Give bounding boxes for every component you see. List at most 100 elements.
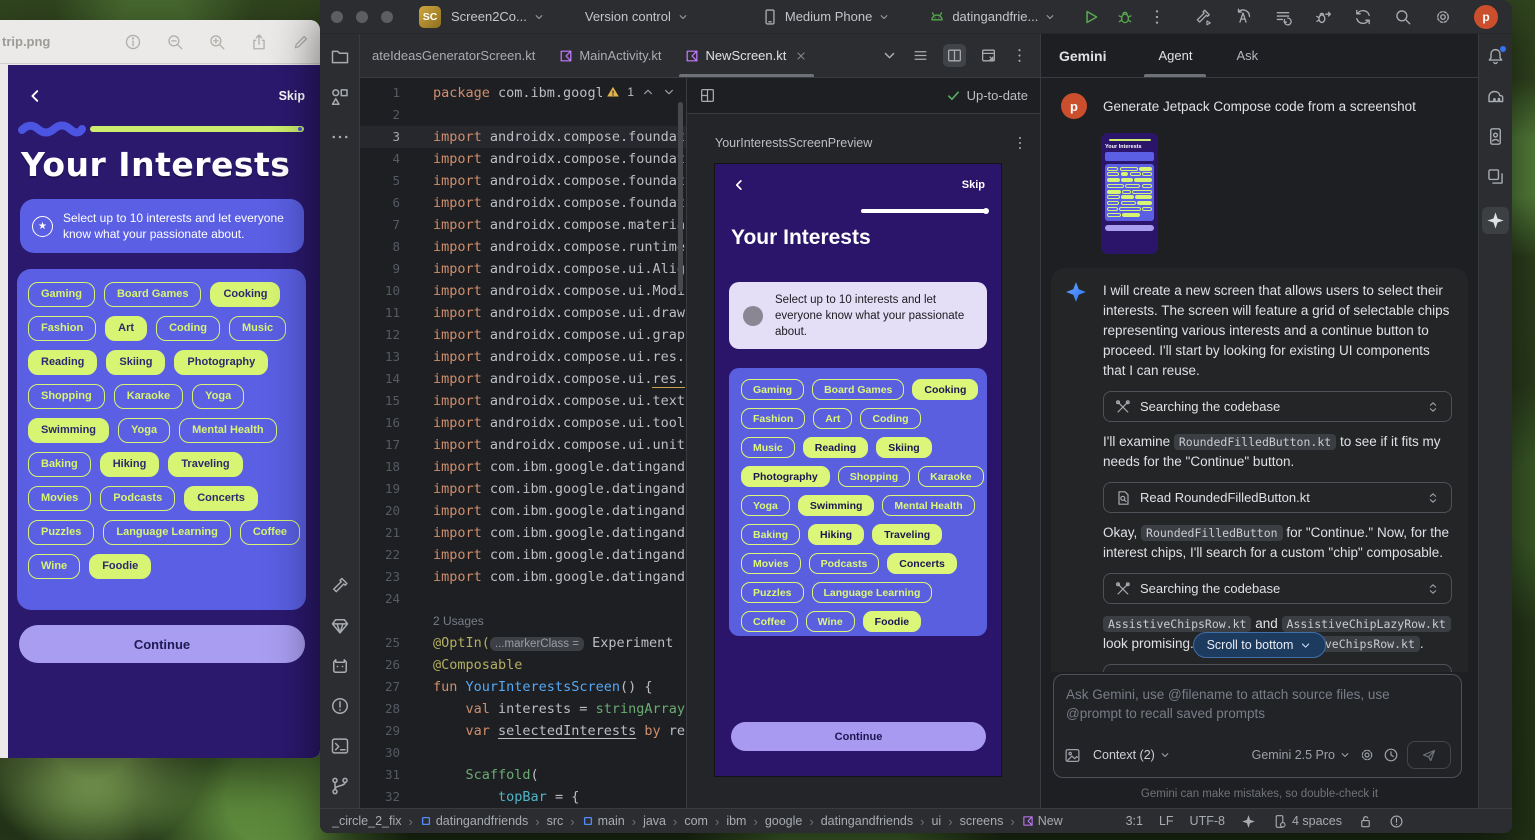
layout-inspector-icon[interactable]	[1486, 167, 1505, 186]
more-tools-icon[interactable]	[330, 127, 350, 147]
expand-collapse-icon[interactable]	[1426, 400, 1440, 414]
tab-dateideasgeneratorscreen[interactable]: ateIdeasGeneratorScreen.kt	[360, 34, 547, 77]
code-line[interactable]: 19import com.ibm.google.datingand	[360, 478, 686, 500]
running-devices-icon[interactable]	[1486, 127, 1505, 146]
breadcrumb-item[interactable]: google	[765, 814, 803, 828]
line-ending[interactable]: LF	[1159, 814, 1174, 828]
zoom-out-icon[interactable]	[166, 33, 184, 51]
code-line[interactable]: 27fun YourInterestsScreen() {	[360, 676, 686, 698]
history-icon[interactable]	[1383, 747, 1399, 763]
code-line[interactable]: 31 Scaffold(	[360, 764, 686, 786]
preview-more-icon[interactable]	[1012, 135, 1028, 151]
tool-call-row[interactable]: Searching the codebase	[1103, 391, 1452, 422]
prev-issue-icon[interactable]	[641, 85, 655, 99]
code-line[interactable]: 30	[360, 742, 686, 764]
code-editor[interactable]: 1package com.ibm.googl23import androidx.…	[360, 78, 686, 808]
code-line[interactable]: 9import androidx.compose.ui.Alig	[360, 258, 686, 280]
attach-image-icon[interactable]	[1064, 747, 1081, 764]
refactor-icon[interactable]	[1234, 8, 1252, 26]
context-dropdown[interactable]: Context (2)	[1093, 748, 1171, 762]
code-line[interactable]: 20import com.ibm.google.datingand	[360, 500, 686, 522]
code-line[interactable]: 15import androidx.compose.ui.text	[360, 390, 686, 412]
editor-options-icon[interactable]	[912, 47, 929, 64]
next-issue-icon[interactable]	[662, 85, 676, 99]
breadcrumb-item[interactable]: src	[547, 814, 564, 828]
attached-screenshot-thumbnail[interactable]: Your Interests	[1101, 133, 1158, 254]
build-icon[interactable]	[1194, 8, 1212, 26]
vcs-selector[interactable]: Version control	[585, 9, 689, 24]
breadcrumb-item[interactable]: datingandfriends	[821, 814, 913, 828]
preview-layout-icon[interactable]	[699, 87, 716, 104]
code-line[interactable]: 4import androidx.compose.foundat	[360, 148, 686, 170]
project-icon[interactable]: SC	[419, 6, 441, 28]
inspections-widget[interactable]: 1	[602, 83, 680, 101]
problems-icon[interactable]	[330, 696, 350, 716]
gemini-prompt-box[interactable]: Context (2) Gemini 2.5 Pro	[1053, 674, 1462, 778]
device-selector[interactable]: Medium Phone	[761, 8, 890, 26]
code-line[interactable]: 2	[360, 104, 686, 126]
app-quality-insights-icon[interactable]	[330, 616, 350, 636]
breadcrumb-item[interactable]: screens	[960, 814, 1004, 828]
tab-mainactivity[interactable]: MainActivity.kt	[547, 34, 673, 77]
code-line[interactable]: 2 Usages	[360, 610, 686, 632]
breadcrumb-item[interactable]: java	[643, 814, 666, 828]
code-line[interactable]: 23import com.ibm.google.datingand	[360, 566, 686, 588]
scroll-to-bottom-button[interactable]: Scroll to bottom	[1193, 632, 1327, 658]
code-line[interactable]: 5import androidx.compose.foundat	[360, 170, 686, 192]
zoom-in-icon[interactable]	[208, 33, 226, 51]
notifications-icon[interactable]	[1486, 47, 1505, 66]
code-line[interactable]: 12import androidx.compose.ui.grap	[360, 324, 686, 346]
breadcrumb-item[interactable]: ui	[931, 814, 941, 828]
tool-call-row[interactable]: Searching the codebase	[1103, 573, 1452, 604]
run-config-selector[interactable]: datingandfrie...	[928, 8, 1056, 26]
tool-call-row[interactable]: Read AssistiveChipsRow.kt	[1103, 664, 1452, 672]
code-line[interactable]: 26@Composable	[360, 654, 686, 676]
breadcrumb-item[interactable]: _circle_2_fix	[332, 814, 401, 828]
expand-collapse-icon[interactable]	[1426, 582, 1440, 596]
caret-position[interactable]: 3:1	[1126, 814, 1143, 828]
preview-composable-name[interactable]: YourInterestsScreenPreview	[715, 136, 872, 150]
code-line[interactable]: 28 val interests = stringArray	[360, 698, 686, 720]
code-line[interactable]: 24	[360, 588, 686, 610]
editor-scrollbar[interactable]	[678, 102, 683, 292]
code-line[interactable]: 25@OptIn(...markerClass = Experiment	[360, 632, 686, 654]
build-tool-icon[interactable]	[330, 576, 350, 596]
recent-tasks-icon[interactable]	[1274, 8, 1292, 26]
code-line[interactable]: 11import androidx.compose.ui.draw	[360, 302, 686, 324]
inspections-status-icon[interactable]	[1389, 814, 1404, 829]
gemini-tool-icon[interactable]	[1482, 207, 1509, 234]
attach-debugger-icon[interactable]	[1314, 8, 1332, 26]
send-button[interactable]	[1407, 741, 1451, 769]
indent-setting[interactable]: 4 spaces	[1272, 814, 1342, 829]
tab-ask[interactable]: Ask	[1228, 34, 1266, 77]
code-line[interactable]: 6import androidx.compose.foundat	[360, 192, 686, 214]
version-control-icon[interactable]	[330, 776, 350, 796]
gemini-status-icon[interactable]	[1241, 814, 1256, 829]
code-line[interactable]: 13import androidx.compose.ui.res.	[360, 346, 686, 368]
breadcrumb-item[interactable]: main	[582, 814, 625, 828]
code-line[interactable]: 8import androidx.compose.runtime	[360, 236, 686, 258]
breadcrumb-item[interactable]: ibm	[726, 814, 746, 828]
tab-agent[interactable]: Agent	[1150, 34, 1200, 77]
zoom-window-button[interactable]	[381, 11, 393, 23]
tab-newscreen[interactable]: NewScreen.kt	[673, 34, 820, 77]
code-line[interactable]: 18import com.ibm.google.datingand	[360, 456, 686, 478]
resource-manager-icon[interactable]	[330, 87, 350, 107]
debug-button[interactable]	[1116, 8, 1134, 26]
code-line[interactable]: 21import com.ibm.google.datingand	[360, 522, 686, 544]
markup-icon[interactable]	[292, 33, 310, 51]
breadcrumb-item[interactable]: New	[1022, 814, 1063, 828]
preview-mode-icon[interactable]	[980, 47, 997, 64]
project-tool-icon[interactable]	[330, 47, 350, 67]
logcat-icon[interactable]	[330, 656, 350, 676]
tab-more-icon[interactable]	[1011, 47, 1028, 64]
code-line[interactable]: 22import com.ibm.google.datingand	[360, 544, 686, 566]
search-everywhere-icon[interactable]	[1394, 8, 1412, 26]
file-encoding[interactable]: UTF-8	[1190, 814, 1225, 828]
close-tab-icon[interactable]	[794, 49, 808, 63]
split-editor-icon[interactable]	[943, 44, 966, 67]
share-icon[interactable]	[250, 33, 268, 51]
more-actions-icon[interactable]	[1148, 8, 1166, 26]
code-line[interactable]: 29 var selectedInterests by re	[360, 720, 686, 742]
expand-collapse-icon[interactable]	[1426, 491, 1440, 505]
